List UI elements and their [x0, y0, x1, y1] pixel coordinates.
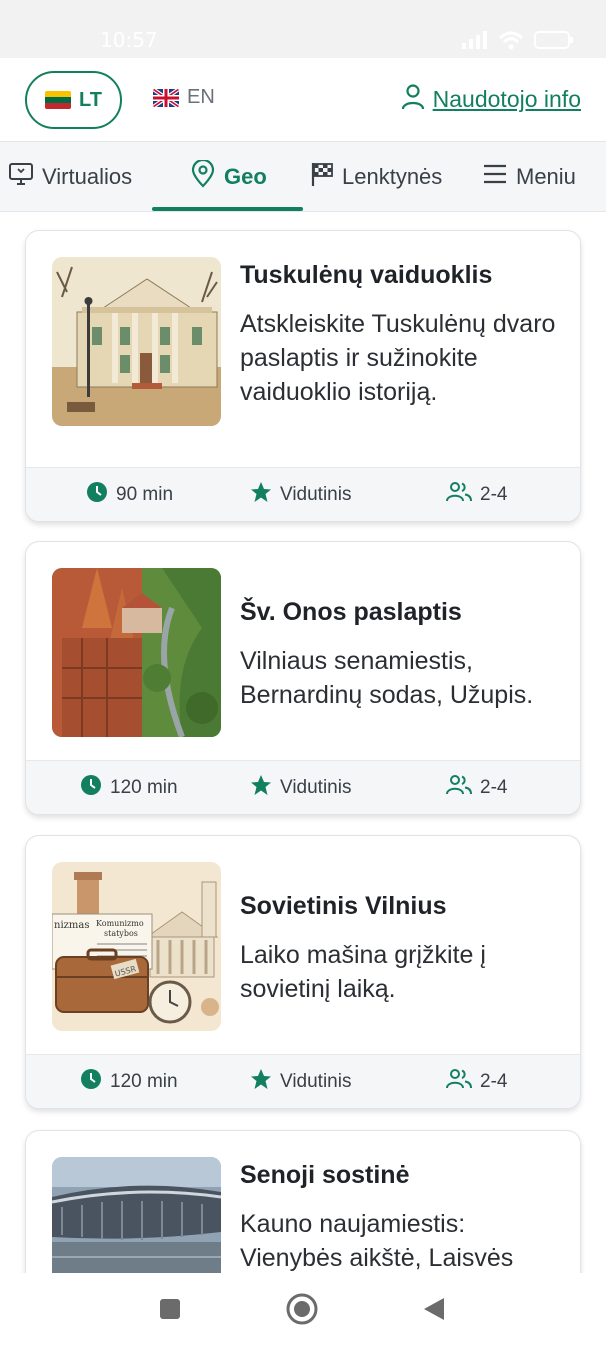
star-icon — [250, 1068, 272, 1096]
star-icon — [250, 481, 272, 509]
language-en-label: EN — [187, 86, 215, 108]
newspaper-word-2: Komunizmo — [96, 919, 144, 928]
status-icons — [460, 30, 574, 55]
tour-image-old-town — [52, 568, 221, 737]
tour-image-arena — [52, 1157, 221, 1273]
main-tabs: Virtualios Geo Lenktynės Meniu — [0, 142, 606, 212]
players-label: 2-4 — [480, 1071, 508, 1092]
status-time: 10:57 — [100, 28, 158, 52]
players: 2-4 — [446, 761, 508, 814]
tour-description: Laiko mašina grįžkite į sovietinį laiką. — [240, 941, 486, 1003]
tour-meta: 90 min Vidutinis 2-4 — [26, 467, 580, 521]
language-lt-button[interactable]: LT — [25, 71, 122, 129]
tab-lenktynes-label: Lenktynės — [342, 164, 443, 189]
difficulty-label: Vidutinis — [280, 484, 352, 505]
signal-icon — [460, 31, 488, 54]
newspaper-word-1: nizmas — [54, 920, 89, 931]
duration: 120 min — [80, 761, 178, 814]
duration: 90 min — [86, 468, 174, 521]
duration-label: 120 min — [110, 777, 178, 798]
tour-title: Sovietinis Vilnius — [240, 892, 447, 920]
tour-card[interactable]: Tuskulėnų vaiduoklis Atskleiskite Tuskul… — [25, 230, 581, 522]
tour-image-soviet: nizmas Komunizmo statybos USSR — [52, 862, 221, 1031]
difficulty: Vidutinis — [250, 468, 352, 521]
hamburger-menu-icon — [482, 163, 508, 191]
tab-meniu-label: Meniu — [516, 164, 576, 189]
tour-image-manor — [52, 257, 221, 426]
tour-title: Šv. Onos paslaptis — [240, 598, 462, 626]
duration-label: 120 min — [110, 1071, 178, 1092]
tour-card[interactable]: nizmas Komunizmo statybos USSR Sovietini… — [25, 835, 581, 1109]
system-nav-bar — [0, 1273, 606, 1346]
difficulty-label: Vidutinis — [280, 1071, 352, 1092]
group-icon — [446, 774, 472, 802]
tour-title: Senoji sostinė — [240, 1161, 410, 1189]
recent-apps-button[interactable] — [159, 1298, 181, 1325]
user-info-link[interactable]: Naudotojo info — [401, 84, 581, 115]
tour-title: Tuskulėnų vaiduoklis — [240, 261, 493, 289]
tour-description: Atskleiskite Tuskulėnų dvaro paslaptis i… — [240, 310, 556, 406]
monitor-icon — [8, 161, 34, 193]
clock-icon — [86, 481, 108, 509]
duration: 120 min — [80, 1055, 178, 1108]
location-pin-icon — [190, 158, 216, 194]
difficulty: Vidutinis — [250, 761, 352, 814]
tab-virtualios[interactable]: Virtualios — [8, 142, 132, 212]
tab-lenktynes[interactable]: Lenktynės — [310, 142, 442, 212]
tab-meniu[interactable]: Meniu — [482, 142, 576, 212]
status-bar: 10:57 — [0, 0, 606, 58]
uk-flag-icon — [153, 88, 179, 107]
star-icon — [250, 774, 272, 802]
tour-card[interactable]: Šv. Onos paslaptis Vilniaus senamiestis,… — [25, 541, 581, 815]
players-label: 2-4 — [480, 777, 508, 798]
duration-label: 90 min — [116, 484, 174, 505]
language-en-button[interactable]: EN — [153, 86, 215, 109]
clock-icon — [80, 774, 102, 802]
user-info-label: Naudotojo info — [432, 86, 581, 112]
difficulty: Vidutinis — [250, 1055, 352, 1108]
wifi-icon — [498, 30, 524, 55]
clock-icon — [80, 1068, 102, 1096]
language-lt-label: LT — [79, 88, 102, 111]
user-icon — [401, 84, 425, 115]
battery-icon — [534, 31, 574, 54]
newspaper-word-3: statybos — [104, 929, 138, 938]
tour-card[interactable]: Senoji sostinė Kauno naujamiestis: Vieny… — [25, 1130, 581, 1273]
back-button[interactable] — [423, 1297, 445, 1326]
group-icon — [446, 481, 472, 509]
tour-meta: 120 min Vidutinis 2-4 — [26, 760, 580, 814]
players: 2-4 — [446, 1055, 508, 1108]
home-button[interactable] — [286, 1293, 318, 1330]
active-tab-indicator — [152, 207, 303, 211]
tour-description: Kauno naujamiestis: Vienybės aikštė, Lai… — [240, 1210, 514, 1272]
tab-geo-label: Geo — [224, 164, 267, 189]
players: 2-4 — [446, 468, 508, 521]
tab-virtualios-label: Virtualios — [42, 164, 133, 189]
checkered-flag-icon — [310, 161, 334, 193]
group-icon — [446, 1068, 472, 1096]
tour-description: Vilniaus senamiestis, Bernardinų sodas, … — [240, 647, 534, 709]
difficulty-label: Vidutinis — [280, 777, 352, 798]
top-header: LT EN Naudotojo info — [0, 58, 606, 142]
tab-geo[interactable]: Geo — [190, 142, 267, 212]
tour-meta: 120 min Vidutinis 2-4 — [26, 1054, 580, 1108]
tour-list: Tuskulėnų vaiduoklis Atskleiskite Tuskul… — [0, 212, 606, 1273]
players-label: 2-4 — [480, 484, 508, 505]
lithuania-flag-icon — [45, 91, 72, 109]
